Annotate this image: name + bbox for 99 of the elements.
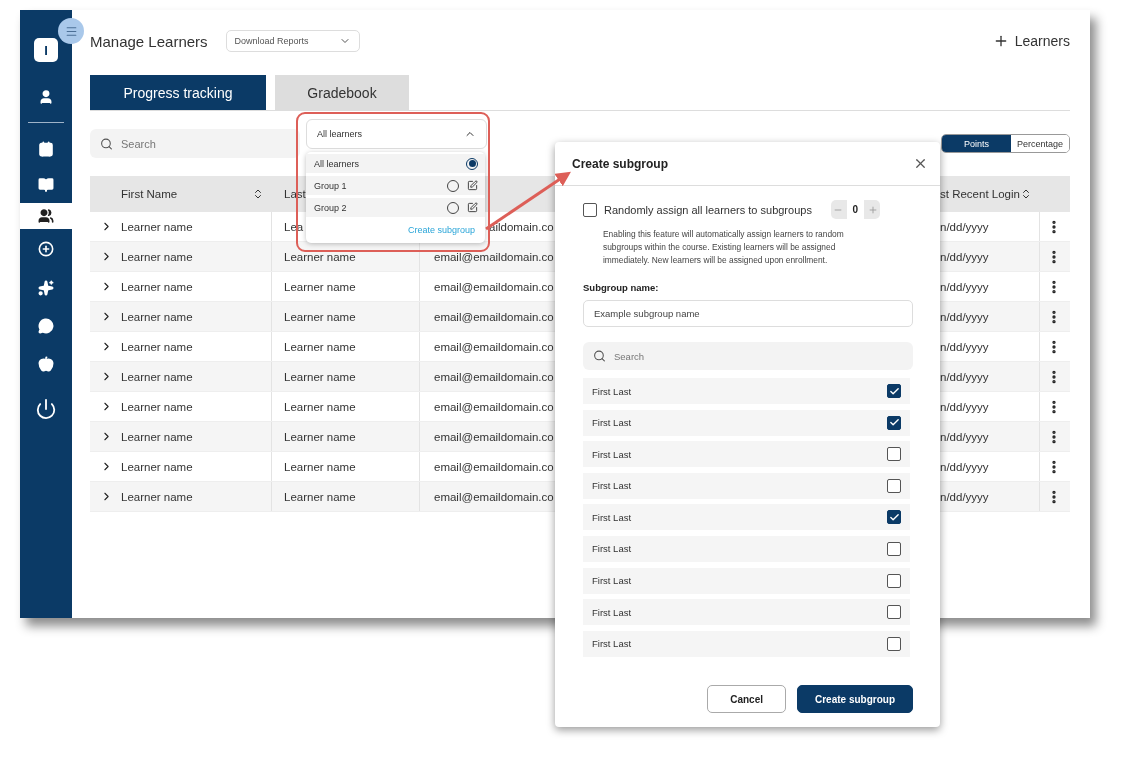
learner-row[interactable]: First Last (583, 472, 910, 499)
power-icon (35, 398, 57, 420)
table-cell: email@emaildomain.co (434, 430, 554, 443)
learner-row[interactable]: First Last (583, 599, 910, 626)
table-cell: n/dd/yyyy (940, 310, 989, 323)
checkbox[interactable] (887, 415, 901, 430)
table-cell: email@emaildomain.co (434, 400, 554, 413)
table-cell: Learner name (284, 400, 356, 413)
table-cell: email@emaildomain.co (434, 340, 554, 353)
reports-dropdown[interactable]: Download Reports (225, 30, 360, 52)
person-icon (38, 89, 54, 105)
dropdown-option[interactable]: Group 1 (306, 176, 485, 195)
table-cell: Learner name (121, 250, 193, 263)
table-cell: Learner name (121, 310, 193, 323)
edit-icon[interactable] (467, 202, 478, 213)
search-field[interactable]: Search (90, 129, 300, 158)
dialog-title: Create subgroup (572, 156, 668, 171)
sparkles-icon (38, 280, 54, 296)
table-cell: Learner name (284, 460, 356, 473)
dropdown-option[interactable]: Group 2 (306, 198, 485, 217)
table-cell: Learner name (121, 280, 193, 293)
table-cell: Learner name (284, 310, 356, 323)
table-cell: Learner name (284, 280, 356, 293)
sort-icon[interactable] (1020, 188, 1032, 200)
column-header: First Name (121, 188, 178, 200)
search-icon (593, 349, 606, 363)
learner-row[interactable]: First Last (583, 535, 910, 562)
tab[interactable]: Gradebook (275, 75, 409, 110)
people-icon (38, 208, 54, 224)
menu-toggle-button[interactable] (58, 18, 84, 44)
learner-row[interactable]: First Last (583, 441, 910, 468)
close-button[interactable] (913, 156, 928, 171)
table-cell: email@emaildomain.co (434, 280, 554, 293)
table-cell: n/dd/yyyy (940, 250, 989, 263)
search-field[interactable]: Search (583, 342, 913, 370)
table-cell: email@emaildomain.co (434, 310, 554, 323)
table-cell: Learner name (121, 400, 193, 413)
table-cell: aildomain.co (489, 220, 554, 233)
table-cell: Learner name (121, 340, 193, 353)
table-cell: email@emaildomain.co (434, 460, 554, 473)
page-title: Manage Learners (90, 32, 208, 50)
logo: I (34, 38, 58, 62)
table-cell: Learner name (121, 460, 193, 473)
table-cell: email@emaildomain.co (434, 490, 554, 503)
table-cell: n/dd/yyyy (940, 340, 989, 353)
checkbox[interactable] (887, 636, 901, 651)
learner-row[interactable]: First Last (583, 409, 910, 436)
table-cell: Learner name (284, 490, 356, 503)
book-icon (38, 177, 54, 193)
table-cell: Learner name (121, 220, 193, 233)
apple-icon (38, 356, 54, 372)
chat-bubble-icon (38, 318, 54, 334)
checkbox[interactable] (887, 541, 901, 556)
table-cell: Learner name (284, 250, 356, 263)
field-label: Subgroup name: (583, 282, 660, 293)
tab[interactable]: Progress tracking (90, 75, 266, 110)
column-header: st Recent Login (940, 188, 1020, 200)
table-cell: Learner name (121, 370, 193, 383)
sort-icon[interactable] (252, 188, 264, 200)
learner-row[interactable]: First Last (583, 504, 910, 531)
learner-filter-dropdown[interactable]: All learners (306, 119, 487, 149)
add-learners-button[interactable]: Learners (992, 33, 1070, 49)
learner-row[interactable]: First Last (583, 378, 910, 404)
cancel-button[interactable]: Cancel (707, 685, 786, 713)
table-cell: email@emaildomain.co (434, 250, 554, 263)
checkbox[interactable] (887, 478, 901, 493)
checkbox-label: Randomly assign all learners to subgroups (604, 203, 812, 216)
checkbox[interactable] (887, 384, 901, 398)
table-cell: n/dd/yyyy (940, 280, 989, 293)
checkbox[interactable] (887, 510, 901, 525)
table-cell: Learner name (284, 340, 356, 353)
score-toggle-button[interactable]: Points (941, 135, 1011, 152)
subgroup-name-field[interactable]: Example subgroup name (583, 300, 913, 327)
table-cell: Learner name (284, 370, 356, 383)
dropdown-option[interactable]: All learners (306, 154, 485, 173)
table-cell: n/dd/yyyy (940, 430, 989, 443)
menu-icon (64, 24, 78, 38)
checkbox[interactable] (887, 447, 901, 462)
table-cell: n/dd/yyyy (940, 490, 989, 503)
table-cell: n/dd/yyyy (940, 220, 989, 233)
learner-row[interactable]: First Last (583, 567, 910, 594)
table-cell: Learner name (121, 430, 193, 443)
create-subgroup-button[interactable]: Create subgroup (797, 685, 913, 713)
table-cell: email@emaildomain.co (434, 370, 554, 383)
search-icon (100, 137, 113, 150)
learner-row[interactable]: First Last (583, 630, 910, 657)
table-cell: Learner name (121, 490, 193, 503)
table-cell: n/dd/yyyy (940, 400, 989, 413)
checkbox[interactable] (887, 605, 901, 620)
checkbox[interactable] (583, 202, 597, 217)
table-cell: n/dd/yyyy (940, 460, 989, 473)
table-cell: n/dd/yyyy (940, 370, 989, 383)
close-icon (913, 156, 928, 171)
help-text: Enabling this feature will automatically assign learners to random subgroups within the course. Existing learners will be assigned immediately. New learners will be assigned upon enrollment. (603, 228, 845, 267)
edit-icon[interactable] (467, 180, 478, 191)
table-cell: Learner name (284, 430, 356, 443)
plus-circle-icon (38, 241, 54, 257)
checkbox[interactable] (887, 573, 901, 588)
sidebar-item[interactable] (20, 203, 72, 229)
